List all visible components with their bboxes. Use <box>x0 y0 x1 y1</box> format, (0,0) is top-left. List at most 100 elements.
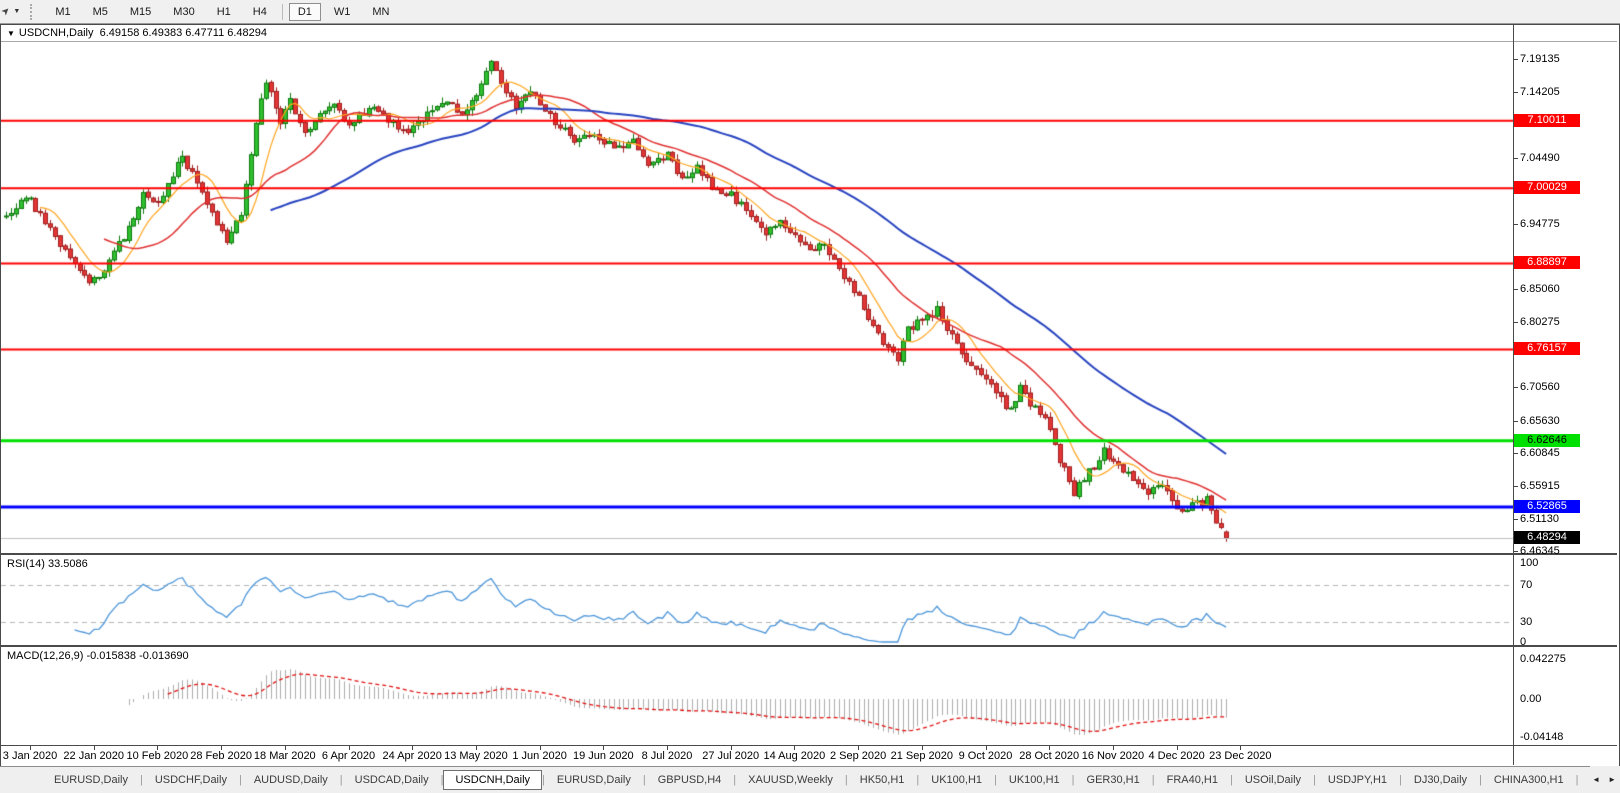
price-tick-dash <box>1513 289 1518 291</box>
collapse-caret-icon[interactable]: ▼ <box>7 29 15 38</box>
price-tick-dash <box>1513 58 1518 60</box>
macd-tick-label: 0.042275 <box>1520 653 1566 665</box>
date-label: 14 Aug 2020 <box>763 750 826 762</box>
date-label: 2 Sep 2020 <box>829 750 887 762</box>
date-label: 6 Apr 2020 <box>321 750 376 762</box>
chart-cursor-icon[interactable]: ➤ <box>0 5 13 19</box>
date-label: 10 Feb 2020 <box>126 750 189 762</box>
macd-indicator-canvas[interactable] <box>1 647 1513 745</box>
chart-tab-audusd-daily[interactable]: AUDUSD,Daily <box>242 770 340 790</box>
price-axis-border <box>1513 25 1514 765</box>
date-label: 28 Feb 2020 <box>190 750 252 762</box>
toolbar-dropdown-caret[interactable]: ▼ <box>13 8 20 15</box>
price-level-badge[interactable]: 6.62646 <box>1514 433 1580 447</box>
price-tick-dash <box>1513 387 1518 389</box>
price-tick-label: 6.70560 <box>1520 381 1560 394</box>
price-tick-dash <box>1513 486 1518 488</box>
tab-scroll-right-button[interactable]: ► <box>1604 773 1620 786</box>
price-tick-label: 7.04490 <box>1520 151 1560 164</box>
date-label: 3 Jan 2020 <box>2 750 58 762</box>
tab-scroll-left-button[interactable]: ◄ <box>1588 773 1604 786</box>
date-label: 4 Dec 2020 <box>1148 750 1205 762</box>
chart-tab-usdchf-daily[interactable]: USDCHF,Daily <box>143 770 239 790</box>
rsi-label: RSI(14) 33.5086 <box>7 558 88 570</box>
date-label: 28 Oct 2020 <box>1019 750 1080 762</box>
toolbar-grip-handle[interactable] <box>30 3 36 20</box>
chart-ohlc-values: 6.49158 6.49383 6.47711 6.48294 <box>99 27 268 39</box>
price-tick-dash <box>1513 551 1518 552</box>
timeframe-button-h4[interactable]: H4 <box>244 3 276 21</box>
date-label: 22 Jan 2020 <box>63 750 124 762</box>
chart-tab-fra40-h1[interactable]: FRA40,H1 <box>1155 770 1230 790</box>
chart-tab-usdcad-daily[interactable]: USDCAD,Daily <box>343 770 441 790</box>
chart-tab-uk100-h1[interactable]: UK100,H1 <box>997 770 1072 790</box>
price-tick-dash <box>1513 321 1518 323</box>
toolbar-separator <box>281 3 283 20</box>
date-label: 1 Jun 2020 <box>512 750 567 762</box>
price-tick-label: 6.60845 <box>1520 446 1560 459</box>
price-tick-label: 6.85060 <box>1520 283 1560 296</box>
price-level-badge[interactable]: 7.00029 <box>1514 181 1580 195</box>
chart-symbol-label: USDCNH,Daily <box>18 27 94 39</box>
current-price-badge: 6.48294 <box>1514 530 1580 544</box>
rsi-tick-label: 70 <box>1520 579 1533 591</box>
chart-tab-usdjpy-h1[interactable]: USDJPY,H1 <box>1316 770 1399 790</box>
price-tick-label: 6.51130 <box>1520 512 1559 525</box>
timeframe-button-group: M1 M5 M15 M30 H1 H4 D1 W1 MN <box>44 2 400 21</box>
price-tick-dash <box>1513 452 1518 454</box>
price-tick-dash <box>1513 518 1518 520</box>
timeframe-button-w1[interactable]: W1 <box>325 3 360 21</box>
price-tick-label: 6.46345 <box>1520 545 1560 557</box>
chart-tab-bar: EURUSD,Daily | USDCHF,Daily | AUDUSD,Daily | U… <box>0 766 1620 793</box>
timeframe-button-m5[interactable]: M5 <box>84 3 117 21</box>
tab-scroll-arrows: ◄ ► <box>1590 766 1620 792</box>
price-tick-dash <box>1513 420 1518 422</box>
macd-tick-label: 0.00 <box>1520 693 1542 705</box>
price-tick-dash <box>1513 223 1518 225</box>
chart-tab-xauusd-weekly[interactable]: XAUUSD,Weekly <box>736 770 845 790</box>
price-level-badge[interactable]: 6.88897 <box>1514 256 1580 270</box>
chart-tab-list: EURUSD,Daily | USDCHF,Daily | AUDUSD,Daily | U… <box>42 770 1620 790</box>
macd-tick-label: -0.04148 <box>1520 731 1564 743</box>
price-tick-label: 6.65630 <box>1520 414 1560 427</box>
timeframe-button-mn[interactable]: MN <box>363 3 398 21</box>
date-axis-line <box>1 745 1617 746</box>
date-label: 8 Jul 2020 <box>641 750 693 762</box>
chart-tab-ger30-h1[interactable]: GER30,H1 <box>1075 770 1152 790</box>
date-label: 19 Jun 2020 <box>573 750 634 762</box>
rsi-indicator-canvas[interactable] <box>1 555 1513 645</box>
chart-tab-eurusd-daily[interactable]: EURUSD,Daily <box>545 770 643 790</box>
timeframe-button-m1[interactable]: M1 <box>46 3 79 21</box>
price-level-badge[interactable]: 6.52865 <box>1514 499 1580 513</box>
chart-tab-usoil-daily[interactable]: USOil,Daily <box>1233 770 1313 790</box>
timeframe-button-d1[interactable]: D1 <box>288 2 321 21</box>
chart-tab-dj30-daily[interactable]: DJ30,Daily <box>1402 770 1479 790</box>
timeframe-button-m30[interactable]: M30 <box>164 3 203 21</box>
price-level-badge[interactable]: 6.76157 <box>1514 342 1580 356</box>
chart-tab-hk50-h1[interactable]: HK50,H1 <box>848 770 917 790</box>
top-toolbar: ➤ ▼ M1 M5 M15 M30 H1 H4 D1 W1 MN <box>0 0 1620 24</box>
timeframe-button-m15[interactable]: M15 <box>121 3 160 21</box>
chart-tab-eurusd-daily[interactable]: EURUSD,Daily <box>42 770 140 790</box>
date-label: 13 May 2020 <box>444 750 508 762</box>
price-chart-canvas[interactable] <box>1 42 1513 553</box>
rsi-tick-label: 100 <box>1520 557 1539 569</box>
price-tick-label: 7.19135 <box>1520 52 1560 65</box>
date-label: 21 Sep 2020 <box>890 750 953 762</box>
date-label: 23 Dec 2020 <box>1209 750 1272 762</box>
price-tick-label: 6.94775 <box>1520 217 1560 230</box>
chart-tab-uk100-h1[interactable]: UK100,H1 <box>919 770 994 790</box>
price-tick-label: 6.55915 <box>1520 480 1560 493</box>
chart-tab-usdcnh-daily[interactable]: USDCNH,Daily <box>443 770 543 790</box>
price-level-badge[interactable]: 7.10011 <box>1514 113 1580 127</box>
date-label: 24 Apr 2020 <box>382 750 442 762</box>
price-tick-label: 7.14205 <box>1520 86 1560 99</box>
chart-tab-china300-h1[interactable]: CHINA300,H1 <box>1482 770 1576 790</box>
rsi-tick-label: 30 <box>1520 616 1533 628</box>
price-tick-dash <box>1513 92 1518 94</box>
chart-tab-gbpusd-h4[interactable]: GBPUSD,H4 <box>646 770 734 790</box>
macd-label: MACD(12,26,9) -0.015838 -0.013690 <box>7 650 189 662</box>
price-tick-dash <box>1513 157 1518 159</box>
date-label: 27 Jul 2020 <box>702 750 760 762</box>
timeframe-button-h1[interactable]: H1 <box>208 3 240 21</box>
